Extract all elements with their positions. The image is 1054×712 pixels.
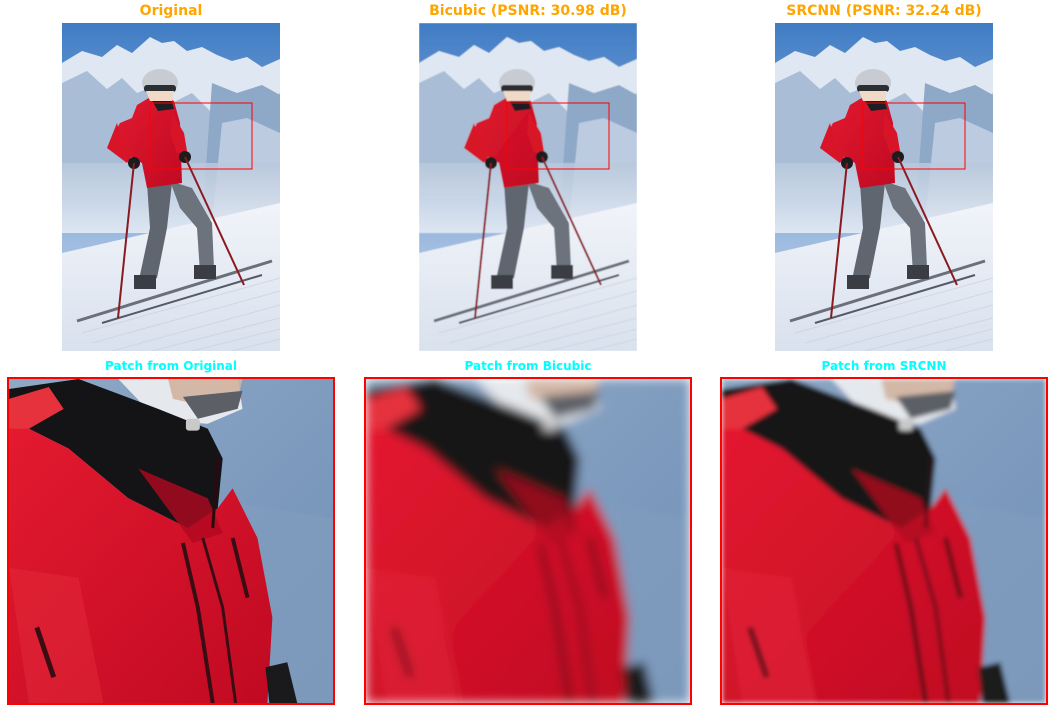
patch-srcnn-title: Patch from SRCNN xyxy=(821,359,947,373)
original-title: Original xyxy=(139,3,203,19)
original-image xyxy=(62,23,280,351)
patch-bicubic xyxy=(364,377,692,705)
patch-srcnn xyxy=(720,377,1048,705)
patch-bicubic-title: Patch from Bicubic xyxy=(464,359,592,373)
patch-original-title: Patch from Original xyxy=(105,359,237,373)
srcnn-title: SRCNN (PSNR: 32.24 dB) xyxy=(786,3,982,19)
srcnn-image xyxy=(775,23,993,351)
patch-original xyxy=(7,377,335,705)
bicubic-title: Bicubic (PSNR: 30.98 dB) xyxy=(429,3,627,19)
bicubic-image xyxy=(419,23,637,351)
